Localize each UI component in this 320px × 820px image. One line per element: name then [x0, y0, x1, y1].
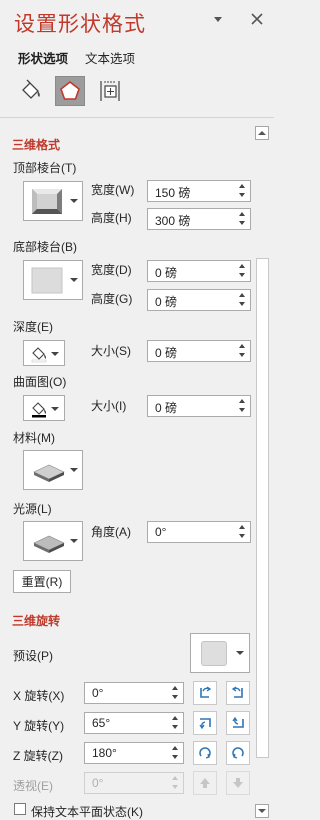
material-label: 材料(M) — [13, 431, 55, 445]
scroll-up-button[interactable] — [255, 126, 269, 140]
tab-text-options[interactable]: 文本选项 — [85, 48, 135, 67]
top-bevel-dropdown[interactable] — [23, 181, 83, 221]
top-bevel-width-input[interactable]: 150 磅 — [147, 180, 251, 202]
depth-size-label: 大小(S) — [91, 344, 131, 358]
depth-color-dropdown[interactable] — [23, 340, 65, 366]
material-preview-icon — [33, 464, 65, 482]
lighting-angle-label: 角度(A) — [91, 525, 131, 539]
perspective-decrease-button — [226, 771, 250, 795]
fill-line-icon[interactable] — [15, 76, 45, 106]
perspective-label: 透视(E) — [13, 779, 53, 793]
y-rotation-label: Y 旋转(Y) — [13, 719, 65, 733]
header-divider — [0, 117, 274, 118]
paint-bucket-icon — [31, 347, 47, 363]
effects-pentagon-icon[interactable] — [55, 76, 85, 106]
bottom-bevel-height-input[interactable]: 0 磅 — [147, 289, 251, 311]
contour-label: 曲面图(O) — [13, 375, 67, 389]
section-title-3d-format[interactable]: 三维格式 — [12, 136, 60, 153]
x-rotation-label: X 旋转(X) — [13, 689, 65, 703]
close-icon[interactable] — [251, 13, 263, 25]
y-rotate-up-button[interactable] — [193, 711, 217, 735]
contour-size-label: 大小(I) — [91, 399, 127, 413]
bottom-bevel-width-label: 宽度(D) — [91, 263, 132, 277]
pane-title: 设置形状格式 — [14, 13, 146, 36]
depth-label: 深度(E) — [13, 320, 53, 334]
bottom-bevel-width-input[interactable]: 0 磅 — [147, 260, 251, 282]
no-bevel-preview-icon — [31, 267, 63, 294]
perspective-input: 0° — [84, 772, 184, 794]
x-rotation-input[interactable]: 0° — [84, 682, 184, 704]
z-rotation-input[interactable]: 180° — [84, 742, 184, 764]
scroll-down-button[interactable] — [255, 804, 269, 818]
rotation-preset-label: 预设(P) — [13, 649, 53, 663]
top-bevel-height-input[interactable]: 300 磅 — [147, 208, 251, 230]
material-dropdown[interactable] — [23, 450, 83, 490]
lighting-dropdown[interactable] — [23, 521, 83, 561]
arrow-down-icon — [233, 778, 243, 788]
collapse-icon[interactable] — [213, 16, 223, 24]
rotate-up-icon — [199, 718, 211, 730]
depth-size-input[interactable]: 0 磅 — [147, 340, 251, 362]
rotate-left-icon — [200, 686, 212, 698]
top-bevel-height-label: 高度(H) — [91, 211, 132, 225]
arrow-up-icon — [200, 778, 210, 788]
x-rotate-right-button[interactable] — [226, 681, 250, 705]
lighting-angle-input[interactable]: 0° — [147, 521, 251, 543]
reset-button[interactable]: 重置(R) — [13, 570, 71, 593]
contour-color-dropdown[interactable] — [23, 395, 65, 421]
perspective-increase-button — [193, 771, 217, 795]
lighting-preview-icon — [33, 535, 65, 553]
keep-text-flat-label[interactable]: 保持文本平面状态(K) — [31, 803, 143, 820]
y-rotate-down-button[interactable] — [226, 711, 250, 735]
z-rotate-counterclockwise-button[interactable] — [226, 741, 250, 765]
bevel-preview-icon — [32, 189, 62, 214]
section-title-3d-rotation[interactable]: 三维旋转 — [12, 612, 60, 629]
size-properties-icon[interactable] — [95, 76, 125, 106]
tab-shape-options[interactable]: 形状选项 — [18, 48, 68, 67]
x-rotate-left-button[interactable] — [193, 681, 217, 705]
z-rotate-clockwise-button[interactable] — [193, 741, 217, 765]
rotate-down-icon — [232, 716, 244, 728]
top-bevel-width-label: 宽度(W) — [91, 183, 135, 197]
bottom-bevel-label: 底部棱台(B) — [13, 240, 77, 254]
bottom-bevel-height-label: 高度(G) — [91, 292, 133, 306]
bottom-bevel-dropdown[interactable] — [23, 260, 83, 300]
y-rotation-input[interactable]: 65° — [84, 712, 184, 734]
z-rotation-label: Z 旋转(Z) — [13, 749, 63, 763]
rotation-preset-dropdown[interactable] — [190, 633, 250, 673]
keep-text-flat-checkbox[interactable] — [14, 803, 26, 815]
contour-size-input[interactable]: 0 磅 — [147, 395, 251, 417]
scrollbar-thumb[interactable] — [256, 258, 269, 758]
rotate-counterclockwise-icon — [232, 747, 244, 759]
lighting-label: 光源(L) — [13, 502, 52, 516]
top-bevel-label: 顶部棱台(T) — [13, 161, 77, 175]
paint-bucket-icon — [32, 402, 46, 418]
rotate-right-icon — [231, 686, 243, 698]
rotate-clockwise-icon — [199, 747, 211, 759]
